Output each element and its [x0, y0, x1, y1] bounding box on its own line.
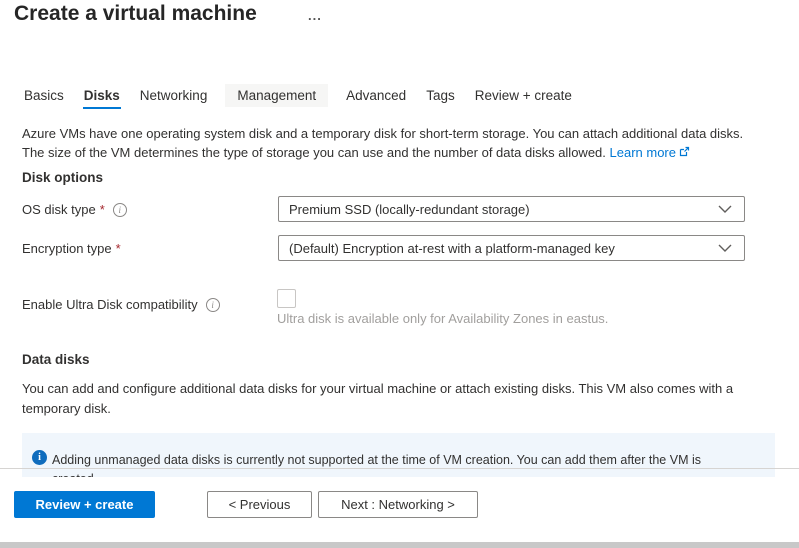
- info-icon[interactable]: i: [206, 298, 220, 312]
- tab-advanced-label: Advanced: [346, 88, 406, 103]
- external-link-icon: [679, 143, 690, 162]
- tab-tags-label: Tags: [426, 88, 455, 103]
- tab-disks-label: Disks: [84, 88, 120, 103]
- ultra-disk-checkbox[interactable]: [277, 289, 296, 308]
- tab-advanced[interactable]: Advanced: [344, 84, 408, 107]
- chevron-down-icon: [718, 244, 732, 252]
- previous-button[interactable]: < Previous: [207, 491, 312, 518]
- intro-text: Azure VMs have one operating system disk…: [22, 124, 794, 162]
- required-asterisk: *: [100, 202, 105, 217]
- tab-disks[interactable]: Disks: [82, 84, 122, 107]
- tab-tags[interactable]: Tags: [424, 84, 457, 107]
- active-tab-underline: [83, 107, 121, 109]
- footer-divider: [0, 468, 799, 469]
- chevron-down-icon: [718, 205, 732, 213]
- tab-basics-label: Basics: [24, 88, 64, 103]
- ultra-disk-helper-text: Ultra disk is available only for Availab…: [277, 311, 608, 326]
- os-disk-type-value: Premium SSD (locally-redundant storage): [289, 202, 530, 217]
- ultra-disk-label-text: Enable Ultra Disk compatibility: [22, 297, 198, 312]
- create-vm-page: Create a virtual machine ... Basics Disk…: [0, 0, 799, 548]
- tab-management-label: Management: [237, 88, 316, 103]
- info-icon[interactable]: i: [113, 203, 127, 217]
- tab-management[interactable]: Management: [225, 84, 328, 107]
- info-banner: i Adding unmanaged data disks is current…: [22, 433, 775, 477]
- required-asterisk: *: [116, 241, 121, 256]
- data-disks-description-line-2: temporary disk.: [22, 399, 794, 419]
- page-title: Create a virtual machine: [14, 2, 257, 26]
- os-disk-type-label: OS disk type * i: [22, 202, 127, 217]
- intro-line-1: Azure VMs have one operating system disk…: [22, 124, 794, 143]
- tab-review-create-label: Review + create: [475, 88, 572, 103]
- horizontal-scrollbar[interactable]: [0, 542, 799, 548]
- data-disks-heading: Data disks: [22, 352, 90, 367]
- encryption-type-dropdown[interactable]: (Default) Encryption at-rest with a plat…: [278, 235, 745, 261]
- next-networking-button[interactable]: Next : Networking >: [318, 491, 478, 518]
- ultra-disk-label: Enable Ultra Disk compatibility i: [22, 297, 220, 312]
- encryption-type-value: (Default) Encryption at-rest with a plat…: [289, 241, 615, 256]
- intro-line-2-text: The size of the VM determines the type o…: [22, 145, 606, 160]
- tab-bar: Basics Disks Networking Management Advan…: [22, 82, 574, 109]
- more-options-button[interactable]: ...: [308, 8, 322, 23]
- tab-networking[interactable]: Networking: [138, 84, 210, 107]
- encryption-type-label-text: Encryption type: [22, 241, 112, 256]
- data-disks-description-line-1: You can add and configure additional dat…: [22, 379, 794, 399]
- content-area: Create a virtual machine ... Basics Disk…: [0, 0, 799, 477]
- data-disks-description: You can add and configure additional dat…: [22, 379, 794, 418]
- tab-review-create[interactable]: Review + create: [473, 84, 574, 107]
- os-disk-type-dropdown[interactable]: Premium SSD (locally-redundant storage): [278, 196, 745, 222]
- learn-more-label: Learn more: [610, 145, 676, 160]
- os-disk-type-label-text: OS disk type: [22, 202, 96, 217]
- intro-line-2: The size of the VM determines the type o…: [22, 143, 794, 162]
- encryption-type-label: Encryption type *: [22, 241, 121, 256]
- info-banner-line-2: created.: [52, 470, 763, 477]
- tab-basics[interactable]: Basics: [22, 84, 66, 107]
- learn-more-link[interactable]: Learn more: [610, 145, 690, 160]
- tab-networking-label: Networking: [140, 88, 208, 103]
- review-create-button[interactable]: Review + create: [14, 491, 155, 518]
- footer-bar: Review + create < Previous Next : Networ…: [0, 477, 799, 542]
- disk-options-heading: Disk options: [22, 170, 103, 185]
- info-filled-icon: i: [32, 450, 47, 465]
